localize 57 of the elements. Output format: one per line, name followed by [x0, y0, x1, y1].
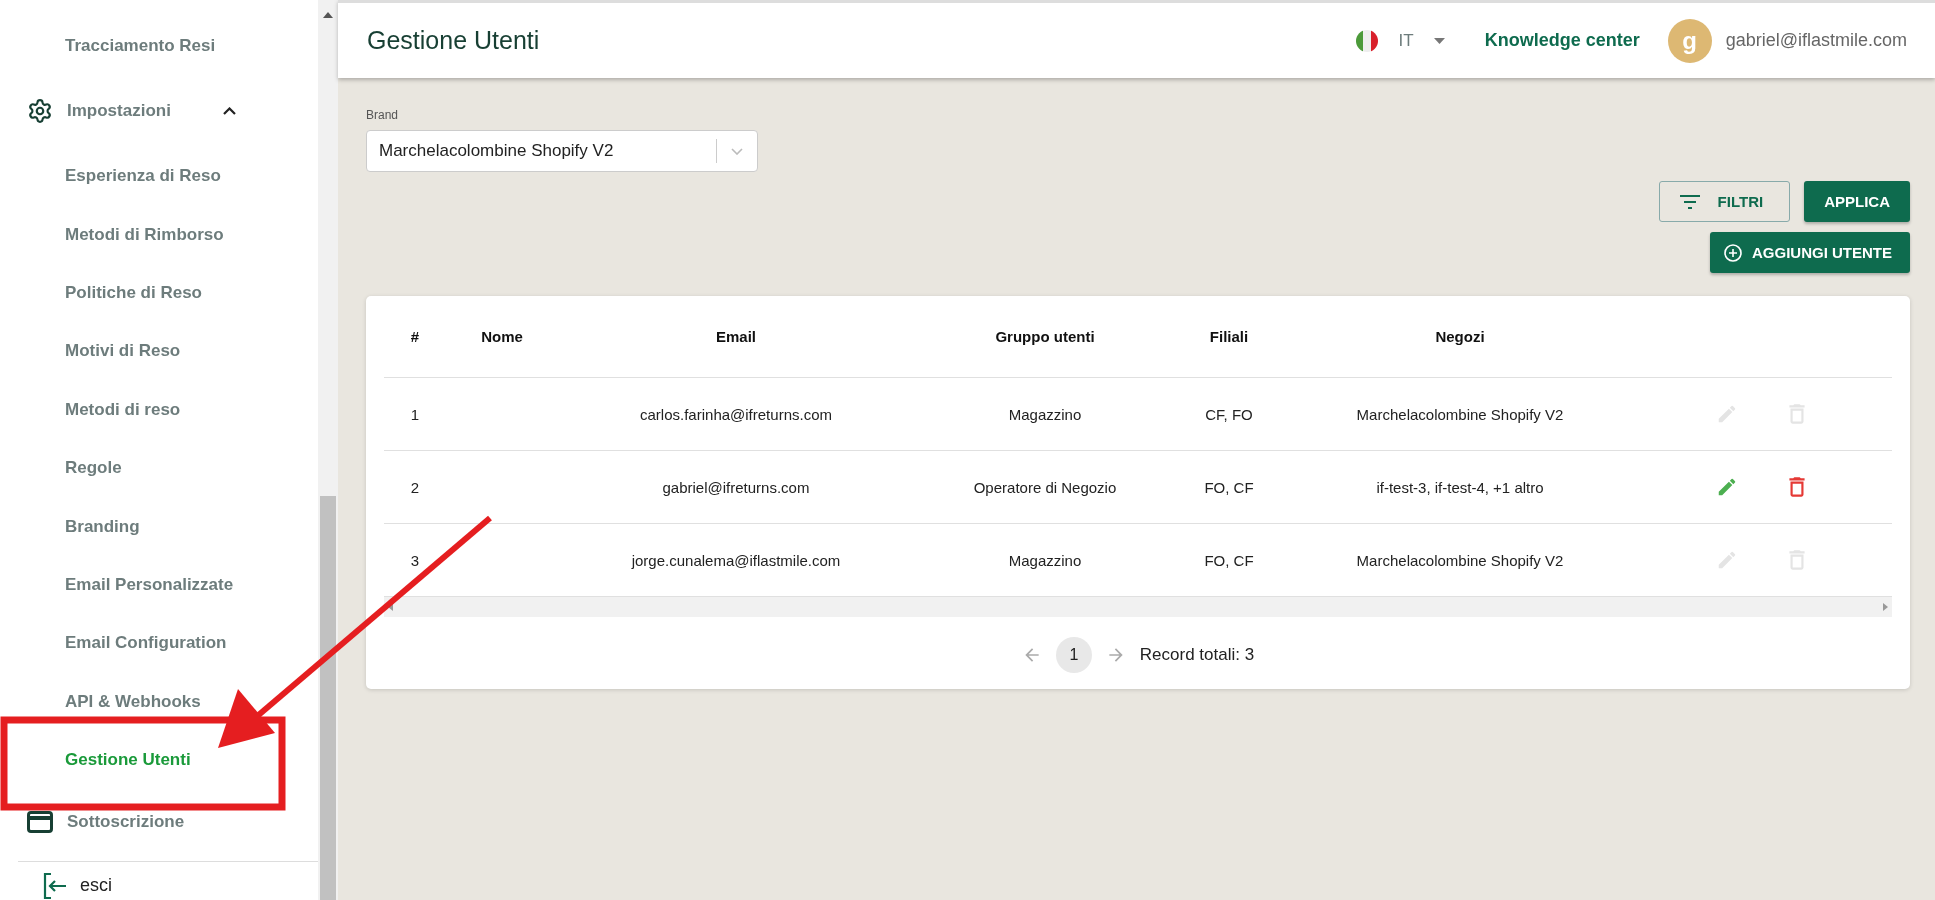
sidebar-item[interactable]: Metodi di Rimborso [65, 220, 224, 249]
table-cell: if-test-3, if-test-4, +1 altro [1376, 478, 1544, 496]
user-email: gabriel@iflastmile.com [1725, 30, 1907, 51]
credit-card-icon [27, 811, 53, 834]
language-selector[interactable]: IT [1354, 28, 1445, 53]
table-cell: jorge.cunalema@iflastmile.com [631, 551, 841, 569]
table-cell: CF, FO [1205, 405, 1253, 423]
sidebar-item[interactable]: Email Configuration [65, 629, 227, 658]
logout-item[interactable]: esci [0, 862, 318, 900]
apply-button[interactable]: APPLICA [1804, 181, 1910, 222]
sidebar-item[interactable]: Sottoscrizione [27, 807, 185, 838]
add-circle-icon [1724, 243, 1742, 262]
filter-icon [1679, 194, 1700, 209]
sidebar-item[interactable]: Email Personalizzate [65, 570, 234, 599]
table-cell: 2 [410, 478, 420, 496]
sidebar-item[interactable]: API & Webhooks [65, 687, 201, 716]
table-cell: Marchelacolombine Shopify V2 [1356, 405, 1564, 423]
table-cell: Operatore di Negozio [973, 478, 1117, 496]
column-header: # [410, 328, 420, 345]
sidebar-item[interactable]: Branding [65, 512, 140, 541]
table-cell: gabriel@ifreturns.com [662, 478, 810, 496]
sidebar-item[interactable]: Regole [65, 454, 122, 483]
column-header: Negozi [1435, 328, 1485, 345]
sidebar-item[interactable]: Gestione Utenti [65, 745, 191, 774]
table-cell: 3 [410, 551, 420, 569]
record-total: Record totali: 3 [1139, 645, 1255, 665]
table-cell: Magazzino [1008, 551, 1082, 569]
sidebar-item[interactable]: Impostazioni [27, 94, 236, 129]
table-cell: Marchelacolombine Shopify V2 [1356, 551, 1564, 569]
filters-button[interactable]: FILTRI [1658, 181, 1791, 222]
add-user-button[interactable]: AGGIUNGI UTENTE [1710, 232, 1910, 273]
caret-icon [1433, 37, 1445, 44]
column-header: Nome [481, 328, 523, 345]
sidebar-item[interactable]: Metodi di reso [65, 395, 181, 424]
table-cell: FO, CF [1204, 478, 1254, 496]
settings-icon [27, 98, 53, 125]
sidebar-item[interactable]: Motivi di Reso [65, 337, 181, 366]
italy-flag-icon [1354, 28, 1379, 53]
horizontal-scrollbar[interactable] [384, 597, 1892, 617]
page-title: Gestione Utenti [367, 26, 540, 55]
chevron-down-icon [731, 147, 743, 155]
knowledge-center-link[interactable]: Knowledge center [1484, 30, 1640, 51]
table-cell: 1 [410, 405, 420, 423]
brand-label: Brand [366, 108, 400, 122]
sidebar-item[interactable]: Politiche di Reso [65, 279, 202, 308]
exit-icon [42, 872, 68, 900]
table-cell: Magazzino [1008, 405, 1082, 423]
column-header: Email [716, 328, 756, 345]
sidebar-item[interactable]: Tracciamento Resi [65, 32, 216, 61]
table-cell: FO, CF [1204, 551, 1254, 569]
column-header: Gruppo utenti [995, 328, 1095, 345]
table-cell: carlos.farinha@ifreturns.com [640, 405, 832, 423]
brand-select[interactable]: Marchelacolombine Shopify V2 [366, 130, 758, 172]
sidebar-scrollbar[interactable] [318, 0, 338, 900]
sidebar-item[interactable]: Esperienza di Reso [65, 162, 221, 191]
page-number[interactable]: 1 [1055, 637, 1092, 673]
column-header: Filiali [1209, 328, 1249, 345]
